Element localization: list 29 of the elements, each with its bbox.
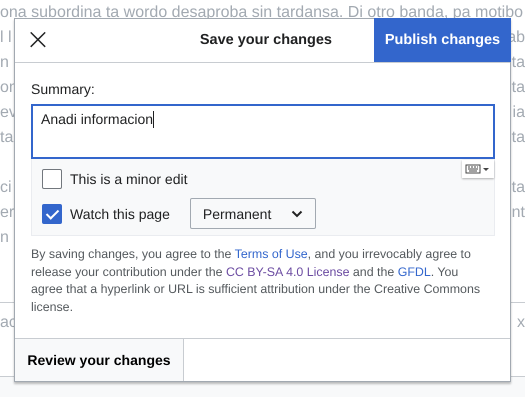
background-text: ta — [512, 178, 525, 198]
background-text: n — [0, 228, 9, 248]
background-text: n — [0, 53, 9, 73]
checkbox-label: Watch this page — [70, 206, 170, 222]
checkbox[interactable] — [42, 169, 62, 189]
license-notice: By saving changes, you agree to the Terms of Use, and you irrevocably agree to release your contribution under the CC BY-SA 4.0 License and the GFDL. You agree that a hyperlink or URL is sufficient attribution under the Creative Commons license. — [31, 246, 482, 316]
background-text: ia — [512, 103, 525, 123]
background-text: ta — [512, 53, 525, 73]
background-text: nt — [512, 203, 525, 223]
background-text: er — [0, 203, 14, 223]
checkbox[interactable] — [42, 204, 62, 224]
background-text: ta — [512, 128, 525, 148]
review-button[interactable]: Review your changes — [15, 339, 184, 381]
background-text: x — [517, 313, 525, 333]
summary-field[interactable]: Anadi informacion — [31, 104, 495, 159]
checkbox-label: This is a minor edit — [70, 171, 188, 187]
summary-label: Summary: — [31, 81, 96, 97]
link[interactable]: CC BY-SA 4.0 License — [226, 264, 350, 278]
background-text: ta — [0, 128, 14, 148]
link[interactable]: GFDL — [398, 264, 431, 278]
link[interactable]: Terms of Use — [234, 247, 308, 261]
keyboard-icon[interactable] — [462, 160, 494, 178]
background-text: l l — [0, 28, 12, 48]
background-text: ci — [0, 178, 12, 198]
chevron-icon — [290, 210, 303, 218]
expiry-dropdown[interactable]: Permanent — [190, 198, 316, 229]
background-text: ta — [512, 78, 525, 98]
publish-button[interactable]: Publish changes — [374, 18, 511, 62]
dialog-title: Save your changes — [198, 31, 333, 50]
